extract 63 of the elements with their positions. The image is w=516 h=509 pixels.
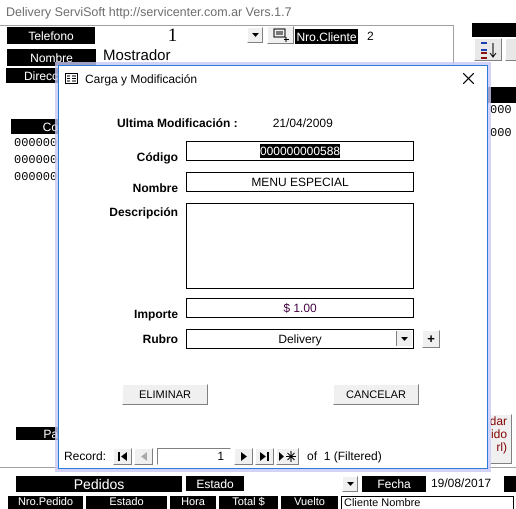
next-icon [240, 452, 247, 460]
form-icon [65, 73, 78, 84]
last-icon [260, 452, 270, 460]
save-order-button[interactable]: dar ido rl) [490, 414, 512, 464]
field-label: Estado [186, 476, 244, 491]
field-label: Rubro [142, 332, 178, 346]
record-count: of 1 (Filtered) [307, 449, 382, 463]
field-label [504, 476, 516, 492]
description-field[interactable] [186, 203, 414, 289]
window-title: Delivery ServiSoft http://servicenter.com.ar Vers.1.7 [6, 5, 292, 19]
caret-icon [346, 482, 354, 486]
field-label: Nro.Cliente [295, 29, 358, 44]
new-record-icon [279, 450, 296, 462]
table-cell: 000000 [14, 153, 58, 167]
column-header: Estado [86, 496, 167, 509]
client-number: 2 [367, 29, 374, 43]
input-field[interactable]: 000000000588 [186, 141, 414, 161]
column-header: Vuelto [281, 496, 338, 509]
first-record-button[interactable] [113, 448, 132, 464]
last-record-button[interactable] [255, 448, 274, 464]
column-header: Nro.Pedido [8, 496, 83, 509]
table-cell: 000 [490, 126, 512, 140]
action-button[interactable]: CANCELAR [333, 384, 419, 405]
column-header: Hora [170, 496, 216, 509]
dropdown-button[interactable] [247, 27, 263, 43]
field-label: Nombre [132, 180, 178, 194]
table-cell: 000000 [14, 170, 58, 184]
dropdown-field[interactable]: Delivery [186, 329, 414, 349]
record-number-field[interactable]: 1 [157, 448, 232, 464]
input-field[interactable]: $ 1.00 [186, 298, 414, 318]
phone-value[interactable]: 1 [100, 25, 245, 47]
field-label: Fecha [362, 476, 426, 492]
close-icon [462, 73, 474, 84]
caret-icon [401, 336, 408, 340]
column-header: Total $ [219, 496, 278, 509]
header-bar [472, 23, 516, 37]
form-add-icon [272, 28, 288, 42]
previous-icon [140, 452, 147, 460]
date-value: 21/04/2009 [272, 116, 333, 130]
first-icon [118, 452, 128, 460]
dropdown-button[interactable] [342, 476, 358, 492]
input-field[interactable]: MENU ESPECIAL [186, 172, 414, 192]
caret-icon [252, 33, 258, 37]
field-label: Importe [134, 306, 178, 320]
date-value: 19/08/2017 [431, 476, 492, 490]
action-button[interactable]: ELIMINAR [122, 384, 208, 405]
record-label: Record: [64, 449, 106, 463]
section-title: Pedidos [16, 476, 182, 492]
field-label: Telefono [7, 27, 95, 44]
field-label: Ultima Modificación : [117, 116, 238, 130]
column-header: Cliente Nombre [341, 496, 514, 509]
sort-ascending-button[interactable] [474, 38, 502, 61]
sort-az-icon [479, 40, 497, 58]
add-button[interactable]: + [422, 330, 440, 348]
client-name: Mostrador [103, 47, 171, 64]
dialog-title: Carga y Modificación [85, 72, 198, 86]
next-record-button[interactable] [234, 448, 254, 464]
table-cell: 000 [490, 103, 512, 117]
new-record-button[interactable] [267, 26, 294, 44]
new-record-button[interactable] [276, 448, 300, 464]
table-cell: 000000 [14, 136, 58, 150]
field-label: Código [136, 150, 178, 164]
field-label: Descripción [109, 204, 178, 219]
